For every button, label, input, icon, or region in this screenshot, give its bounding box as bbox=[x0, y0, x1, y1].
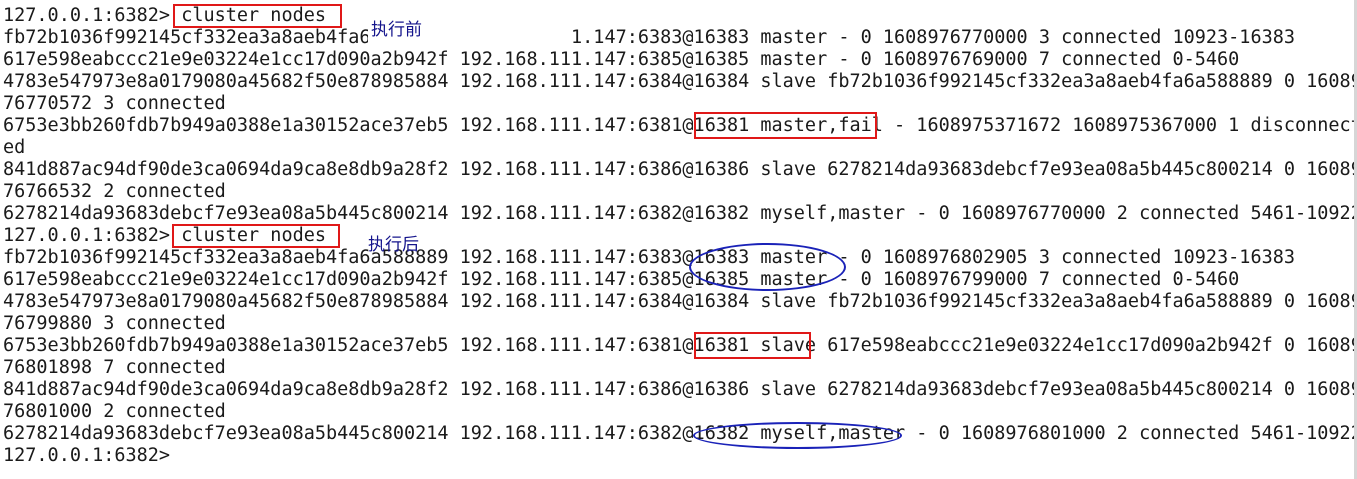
terminal-line: 617e598eabccc21e9e03224e1cc17d090a2b942f… bbox=[3, 269, 1240, 290]
annotation-after-label: 执行后 bbox=[368, 235, 419, 255]
terminal-line-prompt-3[interactable]: 127.0.0.1:6382> bbox=[3, 445, 170, 467]
annotation-before-label: 执行前 bbox=[371, 20, 422, 40]
terminal-line: 6278214da93683debcf7e93ea08a5b445c800214… bbox=[3, 423, 1357, 444]
terminal-line: 6753e3bb260fdb7b949a0388e1a30152ace37eb5… bbox=[3, 335, 1357, 356]
terminal-line: 841d887ac94df90de3ca0694da9ca8e8db9a28f2… bbox=[3, 379, 1357, 400]
terminal-line: 76770572 3 connected bbox=[3, 93, 226, 114]
terminal-line: 6278214da93683debcf7e93ea08a5b445c800214… bbox=[3, 203, 1357, 224]
terminal-line: ed bbox=[3, 137, 26, 158]
terminal-window[interactable]: 127.0.0.1:6382> cluster nodes fb72b1036f… bbox=[0, 0, 1357, 479]
highlight-box-slave bbox=[694, 332, 811, 359]
highlight-box-master-fail bbox=[694, 112, 877, 139]
terminal-line: fb72b1036f992145cf332ea3a8aeb4fa6a588889… bbox=[3, 27, 1296, 48]
terminal-line: 4783e547973e8a0179080a45682f50e878985884… bbox=[3, 291, 1357, 312]
terminal-line: fb72b1036f992145cf332ea3a8aeb4fa6a588889… bbox=[3, 247, 1296, 268]
terminal-line: 76799880 3 connected bbox=[3, 313, 226, 334]
terminal-line: 6753e3bb260fdb7b949a0388e1a30152ace37eb5… bbox=[3, 115, 1357, 136]
terminal-line: 841d887ac94df90de3ca0694da9ca8e8db9a28f2… bbox=[3, 159, 1357, 180]
highlight-ellipse-myself-master bbox=[693, 422, 902, 449]
terminal-line: 4783e547973e8a0179080a45682f50e878985884… bbox=[3, 71, 1357, 92]
terminal-line: 76801898 7 connected bbox=[3, 357, 226, 378]
highlight-ellipse-masters bbox=[689, 243, 846, 291]
highlight-box-command-after bbox=[172, 224, 340, 248]
terminal-line: 76801000 2 connected bbox=[3, 401, 226, 422]
highlight-box-command-before bbox=[173, 4, 342, 28]
terminal-line: 617e598eabccc21e9e03224e1cc17d090a2b942f… bbox=[3, 49, 1240, 70]
terminal-line: 76766532 2 connected bbox=[3, 181, 226, 202]
